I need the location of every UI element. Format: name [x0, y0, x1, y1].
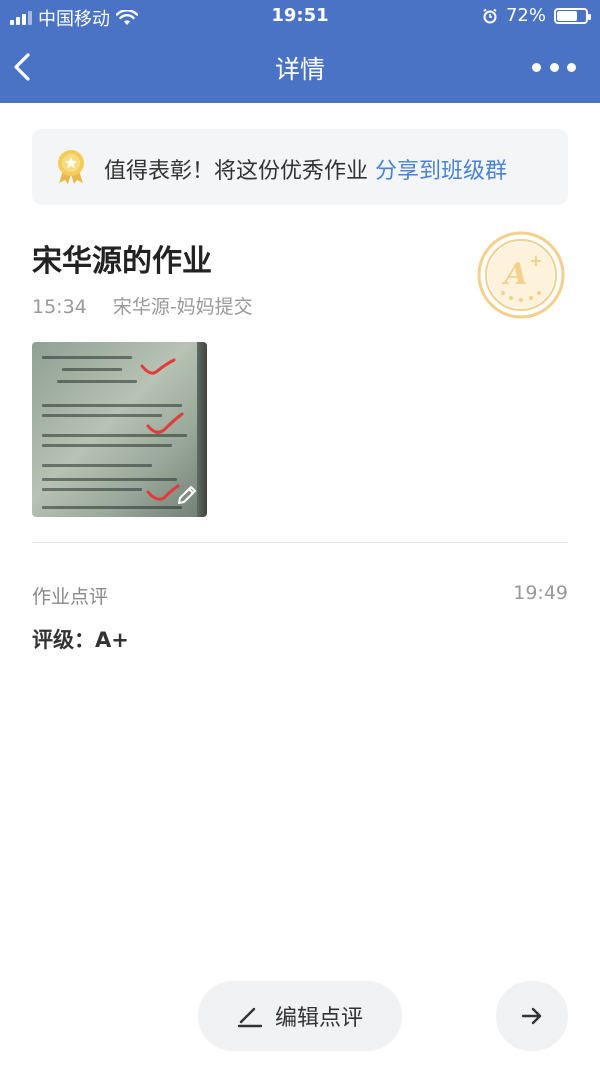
pencil-icon — [178, 486, 196, 504]
submitter: 宋华源-妈妈提交 — [112, 296, 253, 318]
divider — [32, 542, 568, 543]
comment-time: 19:49 — [513, 582, 568, 604]
comment-label: 作业点评 — [32, 586, 109, 608]
banner-message: 值得表彰！将这份优秀作业 — [104, 159, 375, 184]
svg-text:+: + — [529, 251, 542, 270]
status-right: 72% — [482, 5, 591, 26]
medal-icon — [58, 150, 84, 184]
homework-title: 宋华源的作业 — [32, 244, 212, 279]
submit-time: 15:34 — [32, 296, 87, 318]
alarm-icon — [483, 8, 497, 23]
header: 中国移动 19:51 72% 详情 — [0, 0, 600, 103]
arrow-right-icon — [521, 1007, 542, 1025]
more-button[interactable] — [532, 56, 576, 78]
more-dot — [532, 62, 541, 72]
status-bar: 中国移动 19:51 72% — [0, 0, 600, 34]
edit-comment-label: 编辑点评 — [274, 1006, 363, 1031]
more-dot — [567, 62, 576, 72]
banner-text: 值得表彰！将这份优秀作业 分享到班级群 — [104, 153, 507, 185]
edit-icon — [237, 1007, 263, 1028]
battery-fill — [557, 10, 577, 21]
homework-image[interactable] — [32, 342, 207, 517]
battery-icon — [554, 7, 591, 24]
edit-comment-button[interactable]: 编辑点评 — [198, 981, 402, 1051]
homework-meta: 15:34 宋华源-妈妈提交 — [32, 292, 253, 319]
share-to-class-link[interactable]: 分享到班级群 — [375, 159, 507, 184]
share-banner: 值得表彰！将这份优秀作业 分享到班级群 — [32, 129, 568, 205]
battery-label: 72% — [505, 5, 546, 26]
a-plus-stamp-icon: A + — [477, 231, 565, 319]
more-dot — [549, 62, 559, 72]
next-button[interactable] — [496, 981, 568, 1051]
grade-text: 评级：A+ — [32, 628, 129, 652]
svg-text:A: A — [501, 257, 527, 292]
page-title: 详情 — [274, 55, 325, 84]
